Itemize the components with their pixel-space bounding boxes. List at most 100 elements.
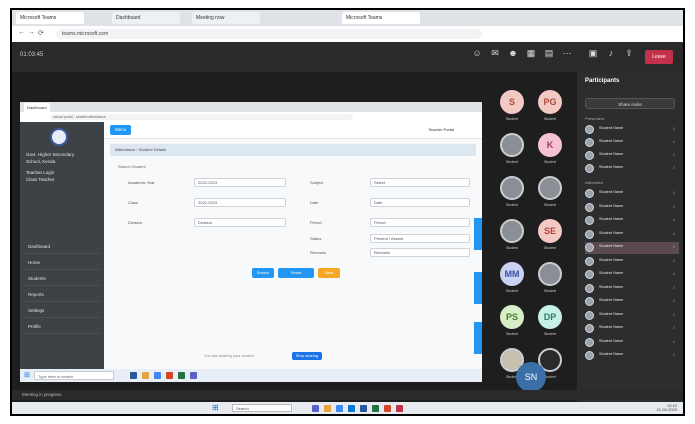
browser-tab[interactable]: Dashboard [112, 12, 180, 24]
remarks-input[interactable]: Remarks [370, 248, 470, 257]
self-view-avatar[interactable]: SN [516, 362, 546, 392]
academic-year-select[interactable]: 2022-2023 [194, 178, 286, 187]
app-icon[interactable] [396, 405, 403, 412]
participant-avatar[interactable]: MM [500, 262, 524, 286]
mic-icon[interactable]: ♪ [604, 48, 618, 66]
date-input[interactable]: Date [370, 198, 470, 207]
sidebar-item[interactable]: Dashboard [24, 240, 100, 254]
participant-row[interactable]: Student Name ♪ [585, 350, 679, 362]
participant-avatar[interactable]: PS [500, 305, 524, 329]
side-tab[interactable] [474, 322, 482, 354]
participant-row[interactable]: Student Name ♪ [585, 256, 679, 268]
portal-sidebar: Govt. Higher Secondary School, Kerala Te… [20, 122, 104, 369]
excel-icon[interactable] [372, 405, 379, 412]
app-icon[interactable] [190, 372, 197, 379]
save-button[interactable]: Save [318, 268, 340, 278]
participant-name: Student Name [599, 217, 624, 221]
inner-url-field[interactable]: school portal - student attendance [50, 114, 353, 120]
participant-avatar[interactable]: SE [538, 219, 562, 243]
chat-icon[interactable]: ✉ [488, 48, 502, 66]
participant-row[interactable]: Student Name ♪ [585, 150, 679, 162]
reload-icon[interactable]: ⟳ [38, 29, 44, 37]
participant-row[interactable]: Student Name ♪ [585, 323, 679, 335]
share-invite-button[interactable]: Share invite [585, 98, 675, 109]
participant-row[interactable]: Student Name ♪ [585, 124, 679, 136]
view-icon[interactable]: ▤ [542, 48, 556, 66]
side-tab[interactable] [474, 218, 482, 250]
participant-avatar[interactable] [500, 219, 524, 243]
participant-tile-name: Student [505, 117, 519, 121]
participant-avatar [585, 351, 594, 360]
folder-icon[interactable] [324, 405, 331, 412]
participant-avatar[interactable] [500, 133, 524, 157]
more-icon[interactable]: ⋯ [560, 48, 574, 66]
stop-sharing-button[interactable]: Stop sharing [292, 352, 322, 360]
participant-row[interactable]: Student Name ♪ [585, 229, 679, 241]
participant-row[interactable]: Student Name ♪ [585, 337, 679, 349]
participant-avatar[interactable] [538, 176, 562, 200]
inner-browser-tab[interactable]: Dashboard [24, 103, 50, 112]
search-button[interactable]: Search [252, 268, 274, 278]
participant-row[interactable]: Student Name ♪ [585, 163, 679, 175]
windows-start-icon[interactable]: ⊞ [24, 371, 30, 379]
camera-icon[interactable]: ▣ [586, 48, 600, 66]
browser-tab[interactable]: Meeting now [192, 12, 260, 24]
participant-row[interactable]: Student Name ♪ [585, 242, 679, 254]
app-icon[interactable] [178, 372, 185, 379]
browser-tab[interactable]: Microsoft Teams [342, 12, 420, 24]
share-icon[interactable]: ⇪ [622, 48, 636, 66]
participant-name: Student Name [599, 271, 624, 275]
mic-muted-icon: ♪ [672, 352, 676, 358]
sidebar-item[interactable]: Home [24, 256, 100, 270]
back-icon[interactable]: ← [18, 29, 25, 36]
participant-row[interactable]: Student Name ♪ [585, 188, 679, 200]
app-icon[interactable] [166, 372, 173, 379]
participant-row[interactable]: Student Name ♪ [585, 310, 679, 322]
url-field[interactable]: teams.microsoft.com [56, 29, 482, 39]
browser-tab[interactable]: Microsoft Teams [16, 12, 84, 24]
participant-avatar[interactable]: PG [538, 90, 562, 114]
side-tab[interactable] [474, 272, 482, 304]
subject-select[interactable]: Select [370, 178, 470, 187]
sidebar-item[interactable]: Settings [24, 304, 100, 318]
edge-icon[interactable] [348, 405, 355, 412]
leave-button[interactable]: Leave [645, 50, 673, 64]
react-icon[interactable]: ☻ [506, 48, 520, 66]
folder-icon[interactable] [142, 372, 149, 379]
participant-row[interactable]: Student Name ♪ [585, 296, 679, 308]
period-select[interactable]: Period [370, 218, 470, 227]
browser-icon[interactable] [154, 372, 161, 379]
participant-row[interactable]: Student Name ♪ [585, 283, 679, 295]
sidebar-item[interactable]: Profile [24, 320, 100, 334]
powerpoint-icon[interactable] [384, 405, 391, 412]
forward-icon[interactable]: → [28, 29, 35, 36]
teams-icon[interactable] [312, 405, 319, 412]
participant-avatar[interactable]: K [538, 133, 562, 157]
rooms-icon[interactable]: ▦ [524, 48, 538, 66]
participant-row[interactable]: Student Name ♪ [585, 202, 679, 214]
participant-avatar[interactable]: DP [538, 305, 562, 329]
division-select[interactable]: Division [194, 218, 286, 227]
org-name: School, Kerala [26, 159, 56, 164]
taskbar-search[interactable]: Search [232, 404, 292, 412]
class-select[interactable]: 2022-2023 [194, 198, 286, 207]
people-icon[interactable]: ☺ [470, 48, 484, 66]
windows-start-icon[interactable]: ⊞ [212, 403, 219, 412]
sharing-notice: You are sharing your screen [204, 353, 254, 358]
participant-avatar[interactable]: S [500, 90, 524, 114]
sidebar-item[interactable]: Reports [24, 288, 100, 302]
reset-button[interactable]: Reset [278, 268, 314, 278]
status-select[interactable]: Present / Absent [370, 234, 470, 243]
app-icon[interactable] [130, 372, 137, 379]
participant-avatar[interactable] [538, 262, 562, 286]
participant-row[interactable]: Student Name ♪ [585, 269, 679, 281]
participant-avatar [585, 164, 594, 173]
inner-taskbar-search[interactable]: Type here to search [34, 371, 114, 380]
word-icon[interactable] [360, 405, 367, 412]
browser-icon[interactable] [336, 405, 343, 412]
participant-row[interactable]: Student Name ♪ [585, 215, 679, 227]
participant-avatar[interactable] [500, 176, 524, 200]
menu-button[interactable]: Menu [110, 125, 132, 135]
participant-row[interactable]: Student Name ♪ [585, 137, 679, 149]
sidebar-item[interactable]: Students [24, 272, 100, 286]
